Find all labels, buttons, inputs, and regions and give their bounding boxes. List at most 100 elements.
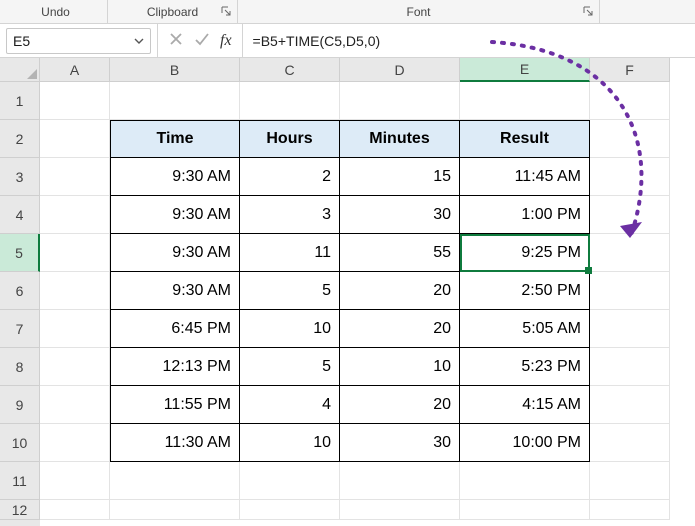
cell-minutes[interactable]: 15: [340, 158, 460, 196]
cell[interactable]: [590, 158, 670, 196]
cell[interactable]: [40, 310, 110, 348]
cell[interactable]: [40, 386, 110, 424]
cell-result[interactable]: 9:25 PM: [460, 234, 590, 272]
cell[interactable]: [40, 272, 110, 310]
cell-minutes[interactable]: 30: [340, 424, 460, 462]
cell-result[interactable]: 5:23 PM: [460, 348, 590, 386]
cell-time[interactable]: 11:30 AM: [110, 424, 240, 462]
name-box[interactable]: E5: [6, 28, 151, 54]
cell-minutes[interactable]: 20: [340, 310, 460, 348]
row-header[interactable]: 6: [0, 272, 40, 310]
cell[interactable]: [590, 424, 670, 462]
cell-time[interactable]: 9:30 AM: [110, 158, 240, 196]
col-header-B[interactable]: B: [110, 58, 240, 82]
cell-time[interactable]: 9:30 AM: [110, 196, 240, 234]
cell[interactable]: [340, 82, 460, 120]
cell-minutes[interactable]: 20: [340, 386, 460, 424]
cell[interactable]: [590, 196, 670, 234]
cell-result[interactable]: 1:00 PM: [460, 196, 590, 234]
cell-result[interactable]: 10:00 PM: [460, 424, 590, 462]
select-all-corner[interactable]: [0, 58, 40, 82]
cell-result[interactable]: 4:15 AM: [460, 386, 590, 424]
cell-hours[interactable]: 5: [240, 272, 340, 310]
cell[interactable]: [460, 500, 590, 520]
cell[interactable]: [40, 500, 110, 520]
cell-hours[interactable]: 2: [240, 158, 340, 196]
row-header[interactable]: 7: [0, 310, 40, 348]
cell-minutes[interactable]: 20: [340, 272, 460, 310]
cell-time[interactable]: 6:45 PM: [110, 310, 240, 348]
cell-hours[interactable]: 10: [240, 424, 340, 462]
row-header[interactable]: 11: [0, 462, 40, 500]
row-header[interactable]: 3: [0, 158, 40, 196]
dialog-launcher-icon[interactable]: [581, 4, 595, 18]
cell[interactable]: [110, 462, 240, 500]
cell-result[interactable]: 5:05 AM: [460, 310, 590, 348]
cell[interactable]: [40, 196, 110, 234]
cells-area[interactable]: Time Hours Minutes Result 9:30 AM 2 15 1…: [40, 82, 670, 526]
cell-hours[interactable]: 5: [240, 348, 340, 386]
col-header-C[interactable]: C: [240, 58, 340, 82]
cell[interactable]: [40, 348, 110, 386]
cell-time[interactable]: 9:30 AM: [110, 272, 240, 310]
chevron-down-icon[interactable]: [134, 33, 144, 49]
header-minutes[interactable]: Minutes: [340, 120, 460, 158]
cell[interactable]: [590, 462, 670, 500]
row-header[interactable]: 10: [0, 424, 40, 462]
dialog-launcher-icon[interactable]: [219, 4, 233, 18]
cell-hours[interactable]: 4: [240, 386, 340, 424]
cell[interactable]: [240, 500, 340, 520]
cancel-icon[interactable]: [168, 31, 184, 50]
cell[interactable]: [590, 82, 670, 120]
header-hours[interactable]: Hours: [240, 120, 340, 158]
col-header-E[interactable]: E: [460, 58, 590, 82]
cell-hours[interactable]: 3: [240, 196, 340, 234]
row-header[interactable]: 2: [0, 120, 40, 158]
row-header[interactable]: 8: [0, 348, 40, 386]
cell[interactable]: [240, 462, 340, 500]
cell[interactable]: [40, 158, 110, 196]
formula-input[interactable]: =B5+TIME(C5,D5,0): [243, 24, 695, 57]
row-header[interactable]: 9: [0, 386, 40, 424]
cell[interactable]: [40, 82, 110, 120]
cell[interactable]: [590, 310, 670, 348]
row-header[interactable]: 12: [0, 500, 40, 520]
cell[interactable]: [40, 120, 110, 158]
row-header[interactable]: 1: [0, 82, 40, 120]
col-header-A[interactable]: A: [40, 58, 110, 82]
cell[interactable]: [40, 462, 110, 500]
cell[interactable]: [590, 386, 670, 424]
cell-time[interactable]: 12:13 PM: [110, 348, 240, 386]
row-header[interactable]: 5: [0, 234, 40, 272]
cell-minutes[interactable]: 30: [340, 196, 460, 234]
cell[interactable]: [340, 462, 460, 500]
cell[interactable]: [460, 82, 590, 120]
cell-time[interactable]: 11:55 PM: [110, 386, 240, 424]
cell-time[interactable]: 9:30 AM: [110, 234, 240, 272]
cell-hours[interactable]: 10: [240, 310, 340, 348]
header-result[interactable]: Result: [460, 120, 590, 158]
cell[interactable]: [460, 462, 590, 500]
cell[interactable]: [110, 500, 240, 520]
fx-icon[interactable]: fx: [220, 32, 232, 50]
cell[interactable]: [590, 120, 670, 158]
cell[interactable]: [110, 82, 240, 120]
cell[interactable]: [340, 500, 460, 520]
header-time[interactable]: Time: [110, 120, 240, 158]
col-header-F[interactable]: F: [590, 58, 670, 82]
cell-minutes[interactable]: 55: [340, 234, 460, 272]
cell[interactable]: [590, 348, 670, 386]
cell[interactable]: [240, 82, 340, 120]
cell[interactable]: [590, 272, 670, 310]
cell[interactable]: [40, 424, 110, 462]
cell-minutes[interactable]: 10: [340, 348, 460, 386]
cell-result[interactable]: 11:45 AM: [460, 158, 590, 196]
cell-result[interactable]: 2:50 PM: [460, 272, 590, 310]
cell[interactable]: [590, 234, 670, 272]
cell[interactable]: [590, 500, 670, 520]
accept-icon[interactable]: [194, 31, 210, 50]
cell[interactable]: [40, 234, 110, 272]
row-header[interactable]: 4: [0, 196, 40, 234]
cell-hours[interactable]: 11: [240, 234, 340, 272]
col-header-D[interactable]: D: [340, 58, 460, 82]
